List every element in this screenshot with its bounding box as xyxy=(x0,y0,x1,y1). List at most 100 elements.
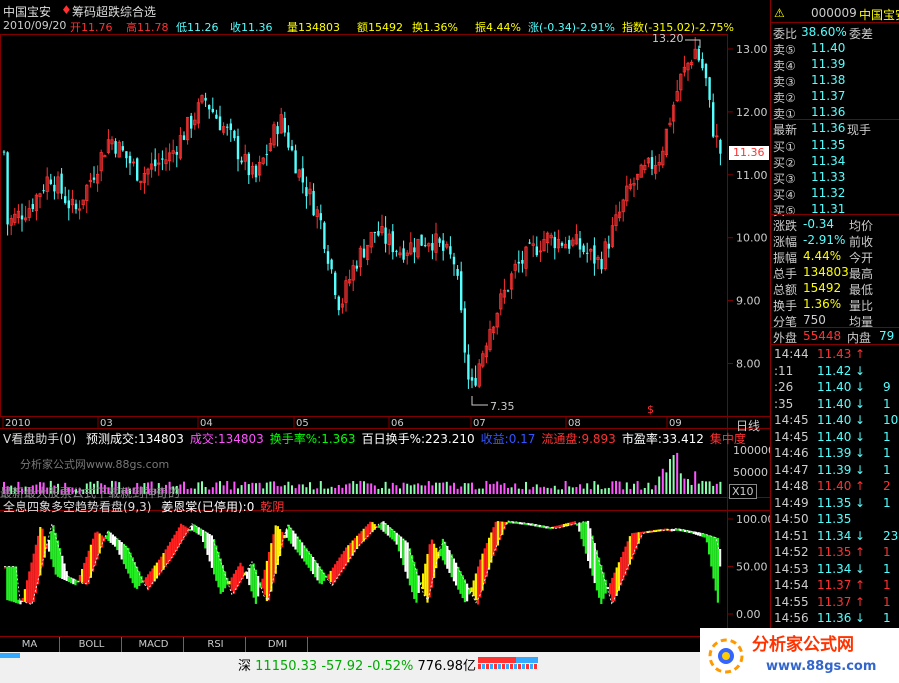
tick-row[interactable]: 14:44 11.43 ↑ xyxy=(771,346,899,362)
volume-title[interactable]: V看盘助手(0) xyxy=(3,432,76,446)
tick-row[interactable]: :11 11.42 ↓ xyxy=(771,363,899,379)
ask-row[interactable]: 卖① 11.36 xyxy=(771,104,899,121)
candle-body xyxy=(53,184,56,192)
ask-row[interactable]: 卖② 11.37 xyxy=(771,88,899,105)
candle-body xyxy=(182,135,186,140)
ask-row[interactable]: 卖④ 11.39 xyxy=(771,56,899,73)
tick-arrow-icon: ↓ xyxy=(855,380,866,394)
oscillator-bar xyxy=(265,560,268,602)
tab-ma[interactable]: MA xyxy=(0,637,60,652)
oscillator-bar xyxy=(184,526,187,537)
stat-value: -2.91% xyxy=(803,233,846,247)
candle-body xyxy=(384,227,387,244)
bid-row[interactable]: 买① 11.35 xyxy=(771,137,899,154)
oscillator-bar xyxy=(221,564,224,593)
volume-bar xyxy=(708,481,711,494)
field-1: 成交:134803 xyxy=(189,432,264,446)
volume-bar xyxy=(240,485,243,494)
panel-header[interactable]: ⚠ 000009中国宝安 xyxy=(771,5,899,22)
volume-bar xyxy=(661,468,664,494)
stat-row[interactable]: 涨幅 -2.91% 前收 xyxy=(771,232,899,249)
tick-row[interactable]: 14:54 11.37 ↑ 1 xyxy=(771,577,899,593)
tick-row[interactable]: 14:49 11.35 ↓ 1 xyxy=(771,495,899,511)
tick-price: 11.39 xyxy=(817,446,852,460)
oscillator-bar xyxy=(417,575,420,593)
bid-row[interactable]: 买④ 11.32 xyxy=(771,185,899,202)
tick-row[interactable]: :26 11.40 ↓ 9 xyxy=(771,379,899,395)
tick-arrow-icon: ↓ xyxy=(855,462,866,477)
x-tick-label: 07 xyxy=(473,418,486,429)
oscillator-bar xyxy=(415,568,418,603)
volume-bar xyxy=(694,471,697,494)
latest-row[interactable]: 最新 11.36 现手 xyxy=(771,120,899,137)
volume-bar xyxy=(233,481,236,494)
tick-volume: 1 xyxy=(883,396,891,411)
volume-bar xyxy=(427,481,430,494)
x-tick-label: 08 xyxy=(568,418,581,429)
chart-area[interactable]: 13.0012.0011.0010.009.008.00 13.207.35 $ … xyxy=(0,0,770,636)
tick-volume: 1 xyxy=(883,594,891,609)
oscillator-bar xyxy=(188,529,191,532)
tick-time: 14:48 xyxy=(774,479,809,493)
oscillator-bar xyxy=(248,568,251,586)
main-y-axis: 13.00 12.00 11.00 10.00 9.00 8.00 xyxy=(728,43,768,371)
volume-bar xyxy=(373,485,376,494)
tick-arrow-icon: ↓ xyxy=(855,611,866,625)
volume-bar xyxy=(535,484,538,494)
candle-body xyxy=(31,204,34,210)
tick-row[interactable]: 14:47 11.39 ↓ 1 xyxy=(771,462,899,478)
stat-row[interactable]: 总手 134803 最高 xyxy=(771,264,899,281)
tick-row[interactable]: 14:55 11.37 ↑ 1 xyxy=(771,594,899,610)
volume-bar xyxy=(719,481,722,494)
tab-rsi[interactable]: RSI xyxy=(186,637,246,652)
candle-body xyxy=(470,377,474,381)
tick-row[interactable]: 14:56 11.36 ↓ 1 xyxy=(771,610,899,626)
stat-row[interactable]: 换手 1.36% 量比 xyxy=(771,296,899,313)
candle-body xyxy=(449,246,452,255)
tick-time: 14:50 xyxy=(774,512,809,526)
ask-price: 11.39 xyxy=(811,57,846,71)
ask-row[interactable]: 卖⑤ 11.40 xyxy=(771,40,899,57)
tick-row[interactable]: 14:50 11.35 xyxy=(771,511,899,527)
bid-row[interactable]: 买② 11.34 xyxy=(771,153,899,170)
tab-dmi[interactable]: DMI xyxy=(248,637,308,652)
tab-boll[interactable]: BOLL xyxy=(62,637,122,652)
stat-row[interactable]: 总额 15492 最低 xyxy=(771,280,899,297)
scale-label[interactable]: X10 xyxy=(729,484,757,499)
oscillator-bar xyxy=(294,533,297,550)
tick-row[interactable]: 14:51 11.34 ↓ 23 xyxy=(771,528,899,544)
x-tick-label: 03 xyxy=(100,418,113,429)
tick-row[interactable]: 14:53 11.34 ↓ 1 xyxy=(771,561,899,577)
tick-volume: 1 xyxy=(883,462,891,477)
stat-row[interactable]: 振幅 4.44% 今开 xyxy=(771,248,899,265)
tick-row[interactable]: :35 11.40 ↓ 1 xyxy=(771,396,899,412)
oscillator-bar xyxy=(653,530,656,533)
tab-macd[interactable]: MACD xyxy=(124,637,184,652)
oscillator-bar xyxy=(206,532,209,555)
tick-row[interactable]: 14:45 11.40 ↓ 10 xyxy=(771,412,899,428)
tick-row[interactable]: 14:46 11.39 ↓ 1 xyxy=(771,445,899,461)
candle-body xyxy=(121,146,124,151)
tick-row[interactable]: 14:52 11.35 ↑ 1 xyxy=(771,544,899,560)
bid-row[interactable]: 买③ 11.33 xyxy=(771,169,899,186)
ask-row[interactable]: 卖③ 11.38 xyxy=(771,72,899,89)
outer-inner-row[interactable]: 外盘 55448 内盘 79 xyxy=(771,328,899,345)
tick-row[interactable]: 14:45 11.40 ↓ 1 xyxy=(771,429,899,445)
candle-body xyxy=(294,150,297,174)
volume-bar xyxy=(294,488,297,494)
oscillator-bar xyxy=(67,576,70,583)
stat-row[interactable]: 涨跌 -0.34 均价 xyxy=(771,216,899,233)
tick-row[interactable]: 14:48 11.40 ↑ 2 xyxy=(771,478,899,494)
volume-bar xyxy=(273,481,275,494)
webi-row[interactable]: 委比 38.60% 委差 xyxy=(771,24,899,41)
oscillator-bar xyxy=(133,562,136,588)
volume-bar xyxy=(395,485,398,494)
oscillator-y-axis: 100.00 50.00 0.00 xyxy=(728,513,770,621)
neipan-value: 79 xyxy=(879,329,895,343)
volume-bar xyxy=(622,489,625,494)
oscillator-bar xyxy=(298,539,301,556)
stat-row[interactable]: 分笔 750 均量 xyxy=(771,312,899,329)
oscillator-title[interactable]: 全息四象多空趋势看盘(9,3) xyxy=(3,500,151,514)
oscillator-bar xyxy=(470,587,473,592)
oscillator-bar xyxy=(292,530,295,547)
